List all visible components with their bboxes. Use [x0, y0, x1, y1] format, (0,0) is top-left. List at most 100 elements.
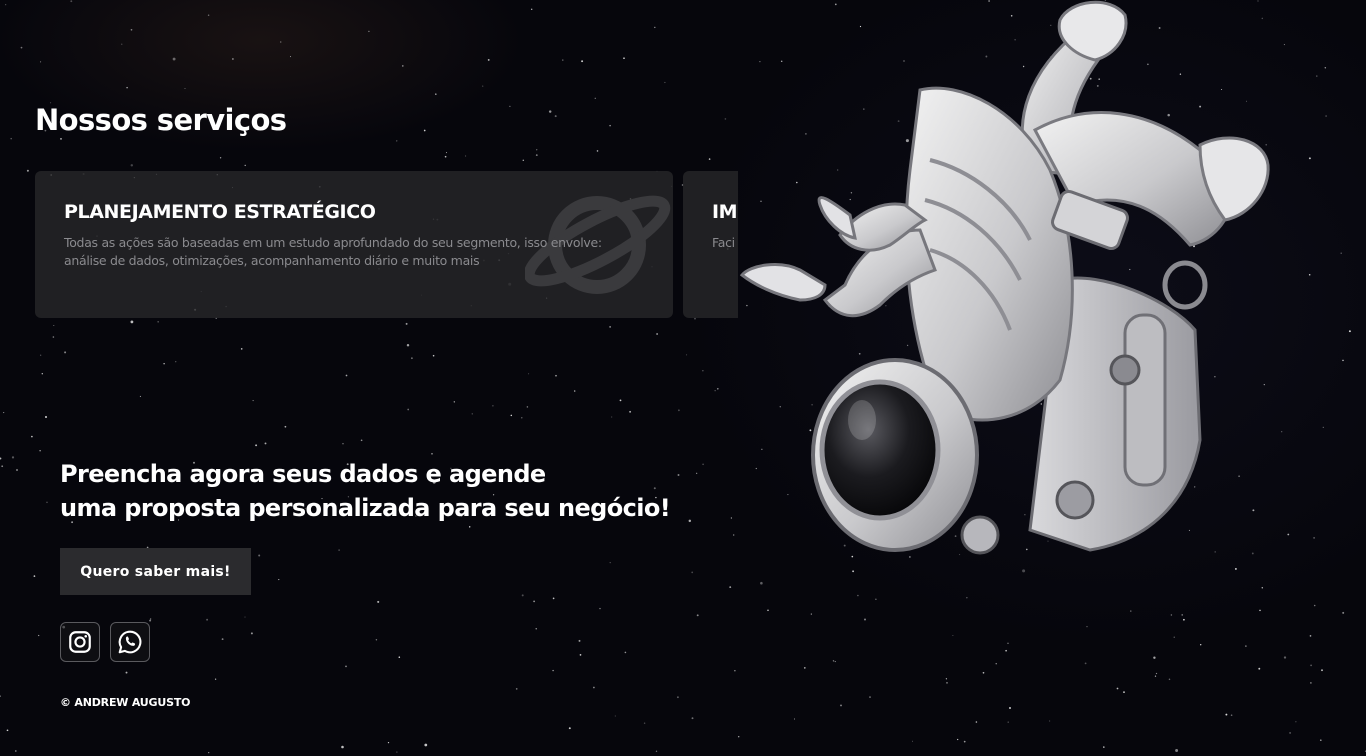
star: [609, 561, 611, 564]
star: [594, 97, 596, 99]
star: [562, 59, 564, 61]
star: [208, 751, 210, 754]
star: [1316, 75, 1318, 77]
star: [737, 735, 740, 738]
star: [338, 549, 340, 551]
star: [609, 124, 611, 127]
star: [982, 671, 985, 674]
star: [342, 443, 344, 445]
star: [864, 618, 866, 621]
star: [40, 354, 42, 356]
star: [5, 4, 7, 6]
star: [1007, 721, 1009, 723]
star: [487, 58, 490, 61]
star: [696, 614, 699, 617]
star: [60, 138, 62, 140]
star: [1183, 618, 1185, 621]
star: [1295, 721, 1297, 723]
star: [654, 26, 656, 29]
star: [581, 60, 584, 63]
star: [1084, 662, 1087, 665]
service-card-planning[interactable]: PLANEJAMENTO ESTRATÉGICO Todas as ações …: [35, 171, 673, 318]
star: [708, 158, 711, 160]
star: [1173, 636, 1175, 638]
star: [530, 8, 533, 11]
star: [40, 61, 42, 63]
star: [1348, 330, 1351, 333]
instagram-link[interactable]: [60, 622, 100, 662]
star: [1103, 746, 1105, 748]
star: [724, 118, 727, 120]
star: [952, 634, 954, 637]
star: [445, 152, 448, 154]
star: [207, 14, 210, 16]
star: [1321, 669, 1323, 672]
star: [130, 320, 134, 324]
star: [31, 435, 33, 438]
star: [53, 325, 55, 326]
star: [1155, 672, 1158, 675]
star: [691, 571, 694, 574]
star: [552, 597, 555, 600]
star: [252, 400, 254, 402]
star: [1308, 274, 1311, 276]
star: [240, 348, 243, 350]
star: [1342, 611, 1345, 614]
star: [396, 751, 398, 753]
star: [52, 336, 55, 338]
services-carousel[interactable]: PLANEJAMENTO ESTRATÉGICO Todas as ações …: [35, 171, 738, 318]
star: [125, 671, 128, 674]
star: [375, 639, 378, 641]
star: [46, 501, 48, 504]
star: [521, 417, 523, 419]
learn-more-button[interactable]: Quero saber mais!: [60, 548, 251, 595]
star: [221, 638, 224, 641]
star: [432, 354, 435, 357]
star: [175, 361, 177, 363]
star: [533, 600, 535, 603]
star: [810, 613, 812, 615]
astronaut-illustration: [739, 0, 1270, 555]
star: [1181, 614, 1183, 616]
star: [1322, 426, 1324, 429]
star: [536, 149, 538, 151]
star: [70, 0, 73, 3]
star: [423, 129, 426, 132]
star: [629, 410, 632, 413]
star: [219, 157, 222, 159]
star: [424, 743, 428, 747]
star: [624, 651, 627, 654]
star: [1308, 157, 1311, 160]
star: [619, 399, 622, 402]
star: [26, 169, 29, 172]
star: [38, 634, 40, 637]
whatsapp-link[interactable]: [110, 622, 150, 662]
star: [528, 373, 530, 375]
star: [431, 452, 433, 455]
star: [157, 321, 159, 323]
star: [264, 442, 267, 445]
cta-heading-line-2: uma proposta personalizada para seu negó…: [60, 494, 671, 522]
star: [688, 519, 692, 523]
star: [163, 363, 165, 365]
star: [1259, 609, 1261, 612]
star: [548, 110, 552, 113]
star: [664, 81, 666, 84]
star: [1319, 739, 1322, 742]
star: [444, 155, 447, 158]
star: [526, 406, 529, 408]
star: [368, 30, 370, 33]
star: [206, 618, 209, 621]
services-title: Nossos serviços: [35, 103, 287, 137]
star: [521, 594, 524, 597]
cta-heading: Preencha agora seus dados e agende uma p…: [60, 457, 680, 525]
star: [39, 450, 41, 452]
star: [510, 414, 513, 417]
star: [1154, 675, 1157, 677]
star: [468, 526, 471, 528]
star: [593, 686, 595, 689]
star: [946, 682, 948, 684]
service-card-title: PLANEJAMENTO ESTRATÉGICO: [64, 201, 376, 223]
star: [1340, 252, 1342, 255]
star: [278, 579, 280, 581]
